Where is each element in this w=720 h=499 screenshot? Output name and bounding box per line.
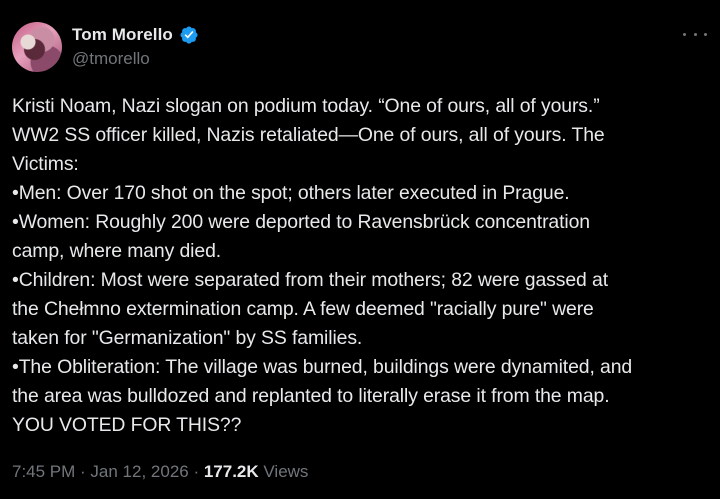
more-dot [704, 32, 707, 36]
tweet-line: WW2 SS officer killed, Nazis retaliated—… [12, 124, 605, 146]
verified-badge-icon [180, 26, 198, 44]
tweet-line: •Women: Roughly 200 were deported to Rav… [12, 211, 590, 233]
views-count: 177.2K [203, 462, 259, 481]
more-dot [693, 32, 697, 36]
meta-separator: · [75, 462, 91, 481]
tweet-line: •The Obliteration: The village was burne… [12, 356, 633, 378]
meta-separator: · [188, 462, 204, 481]
tweet-date[interactable]: Jan 12, 2026 [90, 462, 188, 481]
tweet: Tom Morello @tmorello Kristi Noam, Nazi … [0, 0, 720, 499]
tweet-line: Victims: [12, 153, 79, 175]
display-name[interactable]: Tom Morello [72, 25, 173, 45]
tweet-text: Kristi Noam, Nazi slogan on podium today… [12, 92, 712, 440]
views-label: Views [258, 462, 309, 481]
avatar[interactable] [12, 22, 62, 72]
more-dot [683, 32, 686, 36]
tweet-line: Kristi Noam, Nazi slogan on podium today… [12, 95, 600, 117]
tweet-line: the Chełmno extermination camp. A few de… [12, 298, 594, 320]
tweet-line: camp, where many died. [12, 240, 222, 262]
tweet-time[interactable]: 7:45 PM [12, 462, 75, 481]
author-name-row: Tom Morello [72, 25, 199, 45]
tweet-line: YOU VOTED FOR THIS?? [12, 414, 242, 436]
handle[interactable]: @tmorello [72, 49, 150, 69]
tweet-line: •Children: Most were separated from thei… [12, 269, 608, 291]
tweet-line: taken for "Germanization" by SS families… [12, 327, 363, 349]
tweet-meta: 7:45 PM · Jan 12, 2026 · 177.2K Views [12, 462, 308, 482]
more-options-icon[interactable] [683, 24, 707, 44]
tweet-line: the area was bulldozed and replanted to … [12, 385, 610, 407]
tweet-line: •Men: Over 170 shot on the spot; others … [12, 182, 570, 204]
